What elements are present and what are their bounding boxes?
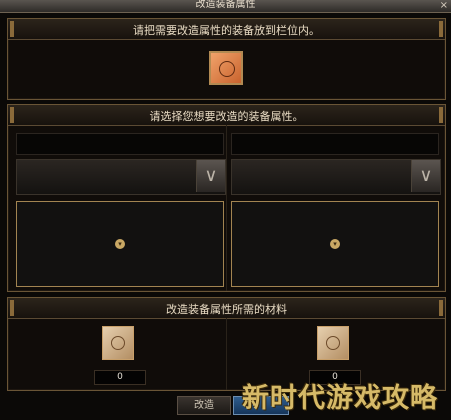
modify-equipment-window: 改造装备属性 × 请把需要改造属性的装备放到栏位内。 请选择您想要改造的装备属性… [0, 0, 451, 420]
right-attribute-dropdown[interactable]: ∨ [231, 159, 441, 195]
expand-icon[interactable]: ▾ [115, 239, 125, 249]
rune-slot-icon [326, 336, 340, 350]
left-attribute-list-box[interactable]: ▾ [16, 201, 224, 287]
equipment-slot[interactable] [209, 51, 243, 85]
column-divider [226, 318, 227, 390]
left-attribute-dropdown[interactable]: ∨ [16, 159, 226, 195]
section-header: 改造装备属性所需的材料 [8, 298, 445, 319]
title-bar[interactable]: 改造装备属性 × [0, 0, 451, 13]
modify-button[interactable]: 改造 [177, 396, 231, 415]
rune-slot-icon [219, 61, 235, 77]
material-slot-left[interactable] [102, 326, 134, 360]
material-slot-right[interactable] [317, 326, 349, 360]
equipment-slot-instruction: 请把需要改造属性的装备放到栏位内。 [133, 24, 320, 37]
rune-slot-icon [111, 336, 125, 350]
equipment-slot-panel: 请把需要改造属性的装备放到栏位内。 [7, 18, 446, 100]
window-title: 改造装备属性 [195, 0, 256, 10]
attribute-select-panel: 请选择您想要改造的装备属性。 ∨ ∨ ▾ ▾ [7, 104, 446, 292]
material-count-left: 0 [94, 370, 146, 385]
left-attribute-name-field [16, 133, 224, 155]
site-watermark: 新时代游戏攻略 [242, 383, 438, 414]
section-header: 请把需要改造属性的装备放到栏位内。 [8, 19, 445, 40]
section-header: 请选择您想要改造的装备属性。 [8, 105, 445, 126]
column-divider [226, 125, 227, 291]
close-icon[interactable]: × [440, 0, 448, 11]
attribute-select-instruction: 请选择您想要改造的装备属性。 [149, 110, 304, 123]
chevron-down-icon[interactable]: ∨ [196, 160, 225, 192]
right-attribute-name-field [231, 133, 439, 155]
chevron-down-icon[interactable]: ∨ [411, 160, 440, 192]
expand-icon[interactable]: ▾ [330, 239, 340, 249]
materials-title: 改造装备属性所需的材料 [166, 303, 287, 316]
right-attribute-list-box[interactable]: ▾ [231, 201, 439, 287]
